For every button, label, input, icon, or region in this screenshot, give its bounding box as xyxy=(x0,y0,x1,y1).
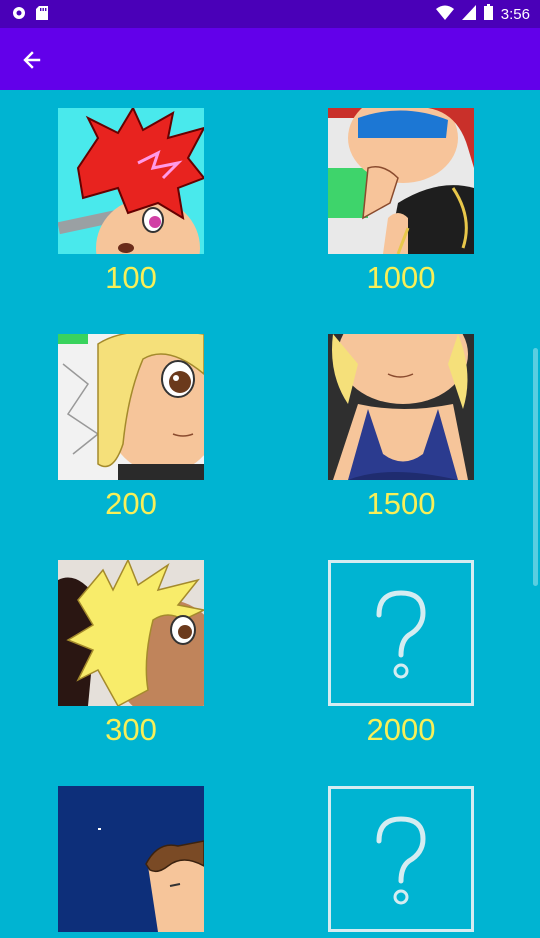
character-thumbnail[interactable] xyxy=(328,108,474,254)
gallery-grid: 100 1000 200 1500 300 2000 xyxy=(0,90,540,932)
score-label: 200 xyxy=(105,486,157,521)
question-mark-icon xyxy=(376,816,426,905)
gallery-item-100[interactable]: 100 xyxy=(58,108,204,296)
arrow-left-icon xyxy=(23,51,41,69)
locked-thumbnail[interactable] xyxy=(328,560,474,706)
score-label: 1000 xyxy=(366,260,436,295)
gallery-item[interactable] xyxy=(58,786,204,938)
question-mark-icon xyxy=(376,590,426,679)
character-thumbnail[interactable] xyxy=(58,334,204,480)
signal-icon xyxy=(461,4,476,24)
character-thumbnail[interactable] xyxy=(58,560,204,706)
app-bar xyxy=(0,28,540,90)
gallery-item-2000[interactable]: 2000 xyxy=(328,560,474,748)
back-button[interactable] xyxy=(18,46,46,74)
gallery-item-1000[interactable]: 1000 xyxy=(328,108,474,296)
scrollbar-thumb[interactable] xyxy=(533,348,538,586)
character-thumbnail[interactable] xyxy=(328,334,474,480)
gallery-item-1500[interactable]: 1500 xyxy=(328,334,474,522)
circle-notification-icon xyxy=(12,6,26,25)
battery-icon xyxy=(483,4,493,24)
character-thumbnail[interactable] xyxy=(58,786,204,932)
score-label: 1500 xyxy=(366,486,436,521)
clock-time: 3:56 xyxy=(500,5,530,23)
score-label: 2000 xyxy=(366,712,436,747)
character-thumbnail[interactable] xyxy=(58,108,204,254)
wifi-icon xyxy=(435,5,454,24)
score-label: 100 xyxy=(105,260,157,295)
score-label: 300 xyxy=(105,712,157,747)
status-bar: 3:56 xyxy=(0,0,540,28)
gallery-item-200[interactable]: 200 xyxy=(58,334,204,522)
gallery-item-locked[interactable] xyxy=(328,786,474,938)
gallery-item-300[interactable]: 300 xyxy=(58,560,204,748)
sd-card-icon xyxy=(36,6,48,25)
locked-thumbnail[interactable] xyxy=(328,786,474,932)
